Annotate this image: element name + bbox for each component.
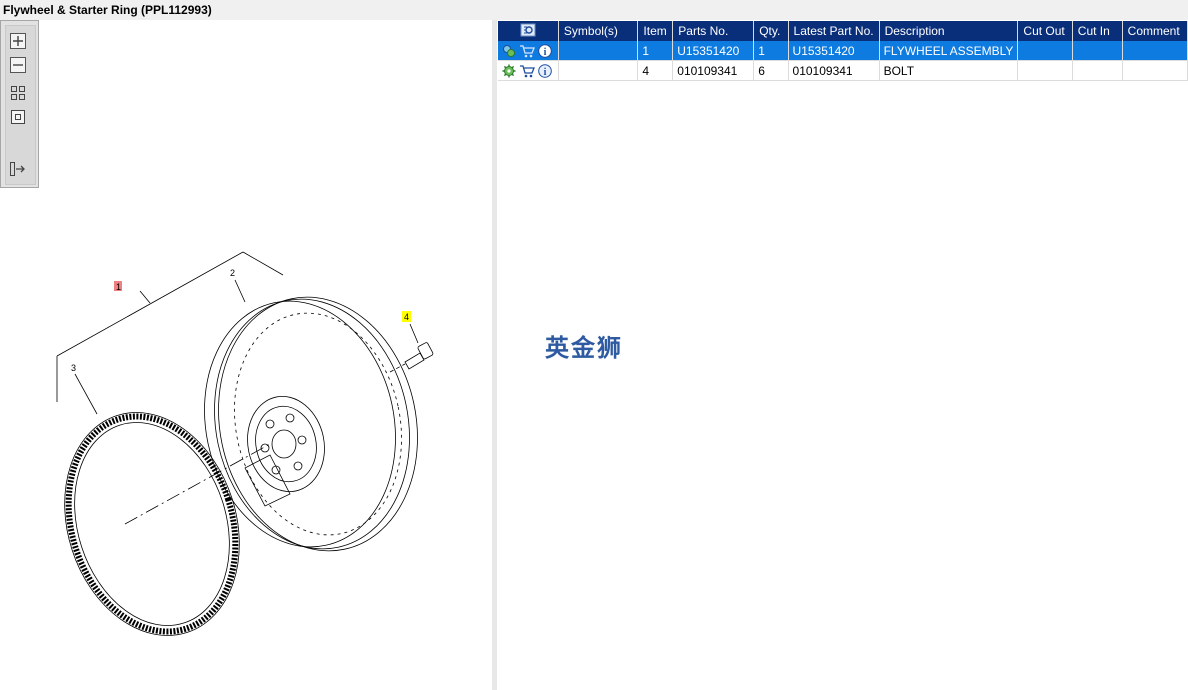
- column-header-parts-no[interactable]: Parts No.: [672, 21, 755, 41]
- cell-cut-in: [1072, 41, 1123, 61]
- cell-parts-no: U15351420: [672, 41, 755, 61]
- cell-comment: [1122, 41, 1188, 61]
- info-icon[interactable]: i: [538, 63, 552, 78]
- column-header-cut-out[interactable]: Cut Out: [1017, 21, 1073, 41]
- column-header-cut-in[interactable]: Cut In: [1072, 21, 1123, 41]
- cart-icon[interactable]: [519, 64, 535, 78]
- callout-1[interactable]: 1: [116, 282, 121, 292]
- cart-icon[interactable]: [519, 44, 535, 58]
- linked-parts-icon[interactable]: [502, 44, 516, 58]
- cell-symbol: [558, 60, 639, 81]
- zoom-out-icon[interactable]: [8, 55, 28, 75]
- column-header-latest-part-no[interactable]: Latest Part No.: [788, 21, 880, 41]
- table-header: Symbol(s) Item Parts No. Qty. Latest Par…: [498, 21, 1188, 41]
- callout-2[interactable]: 2: [230, 268, 235, 278]
- cell-symbol: [558, 41, 639, 61]
- column-header-item[interactable]: Item: [637, 21, 674, 41]
- fit-all-icon[interactable]: [8, 83, 28, 103]
- column-header-qty[interactable]: Qty.: [753, 21, 789, 41]
- exploded-diagram[interactable]: 1 2 3 4: [0, 20, 492, 690]
- cell-item: 4: [637, 60, 674, 81]
- column-header-symbols[interactable]: Symbol(s): [558, 21, 639, 41]
- callout-4[interactable]: 4: [404, 312, 409, 322]
- fit-window-icon[interactable]: [8, 107, 28, 127]
- row-actions: i: [498, 41, 559, 61]
- export-icon[interactable]: [8, 159, 28, 179]
- table-row[interactable]: i 1 U15351420 1 U15351420 FLYWHEEL ASSEM…: [498, 41, 1188, 61]
- cell-description: BOLT: [879, 60, 1019, 81]
- window-title: Flywheel & Starter Ring (PPL112993): [3, 3, 212, 17]
- zoom-in-icon[interactable]: [8, 31, 28, 51]
- cell-latest-part-no: U15351420: [788, 41, 880, 61]
- cell-qty: 6: [753, 60, 789, 81]
- search-parts-icon[interactable]: [520, 23, 536, 37]
- cell-qty: 1: [753, 41, 789, 61]
- title-bar: Flywheel & Starter Ring (PPL112993): [0, 0, 1188, 20]
- view-toolbar: [0, 20, 39, 188]
- parts-table: Symbol(s) Item Parts No. Qty. Latest Par…: [498, 21, 1188, 81]
- cell-cut-in: [1072, 60, 1123, 81]
- cell-cut-out: [1017, 41, 1073, 61]
- cell-description: FLYWHEEL ASSEMBLY: [879, 41, 1019, 61]
- cell-item: 1: [637, 41, 674, 61]
- column-header-description[interactable]: Description: [879, 21, 1019, 41]
- cell-cut-out: [1017, 60, 1073, 81]
- cell-parts-no: 010109341: [672, 60, 755, 81]
- row-actions: i: [498, 60, 559, 81]
- gear-icon[interactable]: [502, 64, 516, 78]
- cell-latest-part-no: 010109341: [788, 60, 880, 81]
- flywheel: [204, 296, 418, 552]
- column-header-tools[interactable]: [498, 21, 559, 41]
- callout-3[interactable]: 3: [71, 363, 76, 373]
- info-icon[interactable]: i: [538, 43, 552, 58]
- cell-comment: [1122, 60, 1188, 81]
- column-header-comment[interactable]: Comment: [1122, 21, 1188, 41]
- svg-text:i: i: [544, 67, 547, 78]
- starter-ring-gear: [64, 412, 240, 636]
- svg-text:i: i: [544, 47, 547, 58]
- table-row[interactable]: i 4 010109341 6 010109341 BOLT: [498, 60, 1188, 81]
- watermark: 英金狮: [545, 334, 623, 362]
